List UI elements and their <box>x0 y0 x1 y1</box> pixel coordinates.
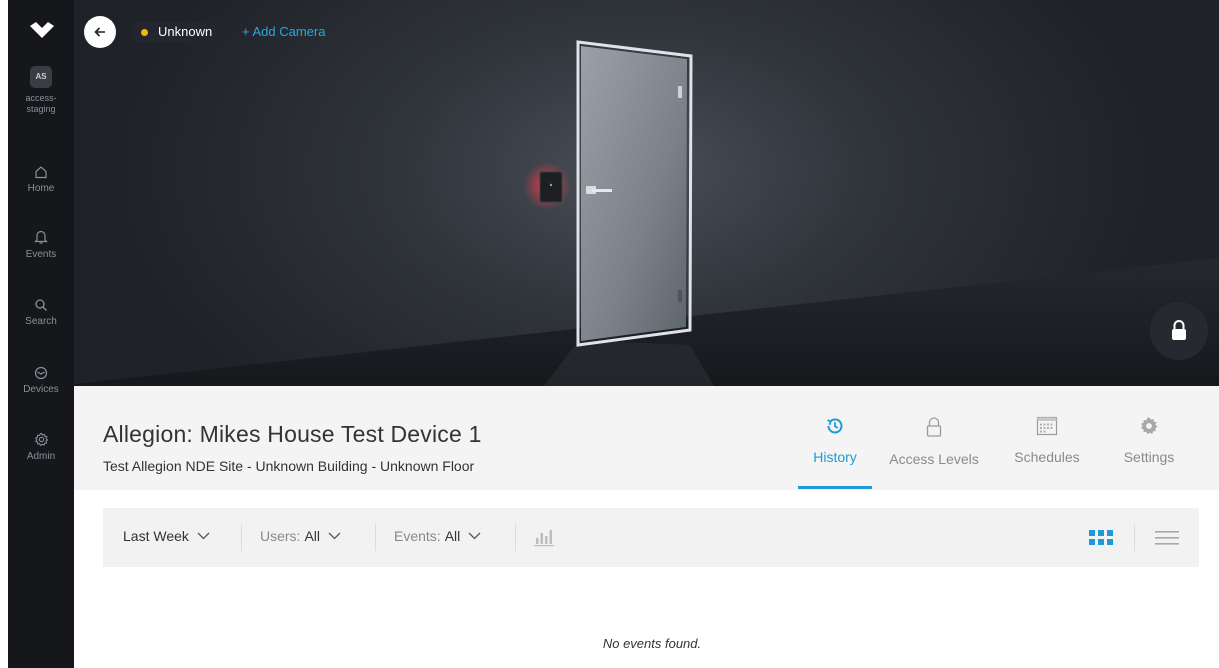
lock-outline-icon <box>926 417 942 437</box>
active-tab-indicator <box>798 486 872 489</box>
users-filter-dropdown[interactable]: Users: All <box>260 528 341 544</box>
tab-label: Access Levels <box>889 451 979 467</box>
sidebar-item-events[interactable]: Events <box>8 229 74 260</box>
chevron-down-icon <box>468 532 481 540</box>
list-view-icon[interactable] <box>1155 530 1179 546</box>
divider <box>241 524 242 551</box>
tab-label: Settings <box>1123 449 1175 465</box>
date-range-dropdown[interactable]: Last Week <box>123 528 210 544</box>
bar-chart-icon[interactable] <box>533 527 555 547</box>
tab-settings[interactable]: Settings <box>1114 416 1184 490</box>
gear-icon <box>34 432 48 447</box>
device-hero: Unknown + Add Camera <box>74 0 1219 386</box>
org-name-line1: access- <box>25 93 57 103</box>
sidebar-item-label: Home <box>27 183 55 194</box>
sidebar-item-admin[interactable]: Admin <box>8 432 74 462</box>
window-edge <box>0 0 8 668</box>
brand-logo[interactable] <box>30 22 54 40</box>
tab-label: Schedules <box>1014 449 1080 465</box>
empty-state-message: No events found. <box>602 636 702 651</box>
grid-view-icon[interactable] <box>1089 530 1115 546</box>
app-root: AS access- staging Home Events Search De… <box>0 0 1219 668</box>
tab-history[interactable]: History <box>798 416 872 490</box>
users-filter-value: All <box>304 528 321 544</box>
divider <box>375 524 376 551</box>
sidebar-item-label: Search <box>25 316 57 327</box>
gear-icon <box>1141 417 1158 435</box>
door-status-badge: Unknown <box>132 22 222 42</box>
history-icon <box>827 418 843 434</box>
calendar-icon <box>1036 416 1058 436</box>
device-location: Test Allegion NDE Site - Unknown Buildin… <box>103 458 475 474</box>
events-filter-dropdown[interactable]: Events: All <box>394 528 481 544</box>
device-header: Allegion: Mikes House Test Device 1 Test… <box>74 386 1219 490</box>
tab-schedules[interactable]: Schedules <box>1006 416 1088 490</box>
divider <box>515 524 516 551</box>
add-camera-link[interactable]: + Add Camera <box>242 24 325 40</box>
search-icon <box>35 299 47 311</box>
chevron-down-icon <box>197 532 210 540</box>
sidebar-item-label: Devices <box>23 384 59 395</box>
bell-icon <box>34 230 48 244</box>
sidebar-item-label: Events <box>25 249 57 260</box>
devices-icon <box>34 366 48 380</box>
chevron-down-icon <box>328 532 341 540</box>
sidebar-item-home[interactable]: Home <box>8 165 74 194</box>
back-button[interactable] <box>84 16 116 48</box>
door-status-label: Unknown <box>158 24 213 39</box>
status-dot-icon <box>141 28 148 36</box>
events-filter-label: Events: <box>394 528 441 544</box>
arrow-left-icon <box>94 27 105 37</box>
filter-bar: Last Week Users: All Events: All <box>103 508 1199 567</box>
sidebar: AS access- staging Home Events Search De… <box>8 0 74 668</box>
date-range-value: Last Week <box>123 528 189 544</box>
users-filter-label: Users: <box>260 528 301 544</box>
org-switcher[interactable]: AS access- staging <box>8 66 74 115</box>
org-avatar: AS <box>30 66 52 88</box>
page-title: Allegion: Mikes House Test Device 1 <box>103 421 482 447</box>
divider <box>1134 524 1135 551</box>
lock-door-button[interactable] <box>1150 302 1208 360</box>
sidebar-item-devices[interactable]: Devices <box>8 366 74 395</box>
tab-access-levels[interactable]: Access Levels <box>882 416 986 490</box>
door-illustration <box>74 40 1219 386</box>
events-filter-value: All <box>444 528 461 544</box>
org-name-line2: staging <box>26 104 56 114</box>
tab-label: History <box>813 449 857 465</box>
home-icon <box>35 166 47 179</box>
sidebar-item-label: Admin <box>26 451 56 462</box>
lock-icon <box>1172 320 1186 340</box>
sidebar-item-search[interactable]: Search <box>8 298 74 327</box>
